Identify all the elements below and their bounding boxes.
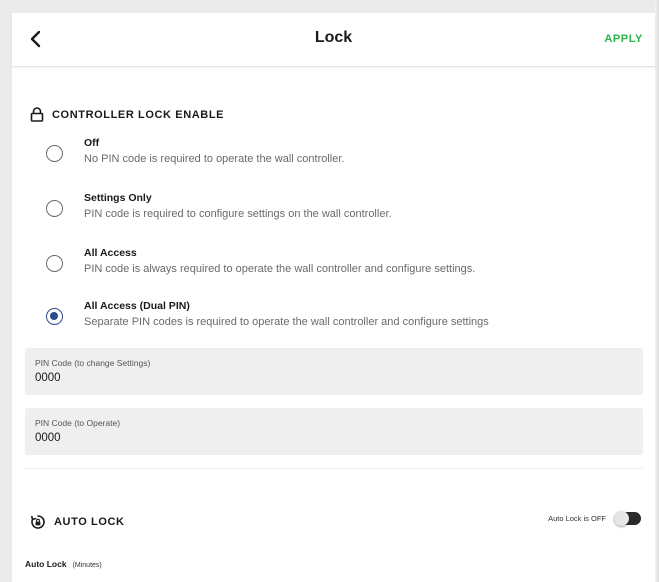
apply-button[interactable]: APPLY <box>604 33 643 45</box>
field-value[interactable]: 0000 <box>35 432 61 444</box>
auto-lock-unit-label: (Minutes) <box>72 562 102 569</box>
option-title: All Access (Dual PIN) <box>84 300 190 312</box>
lock-option-off[interactable]: Off No PIN code is required to operate t… <box>46 135 626 175</box>
toggle-knob <box>614 511 629 526</box>
auto-lock-status-label: Auto Lock is OFF <box>548 514 606 523</box>
option-description: PIN code is required to configure settin… <box>84 208 392 220</box>
pin-operate-field[interactable]: PIN Code (to Operate) 0000 <box>25 408 643 455</box>
radio-all-access[interactable] <box>46 255 63 272</box>
auto-lock-toggle-group: Auto Lock is OFF <box>548 511 641 526</box>
lock-settings-content: CONTROLLER LOCK ENABLE Off No PIN code i… <box>12 68 655 582</box>
radio-off[interactable] <box>46 145 63 162</box>
section-divider <box>25 468 643 469</box>
field-value[interactable]: 0000 <box>35 372 61 384</box>
window-frame-right <box>655 0 659 582</box>
section-title-auto-lock: AUTO LOCK <box>54 516 125 528</box>
window-frame-left <box>0 0 12 582</box>
timer-lock-icon <box>31 515 45 529</box>
auto-lock-toggle[interactable] <box>614 511 641 526</box>
pin-settings-field[interactable]: PIN Code (to change Settings) 0000 <box>25 348 643 395</box>
section-title-controller-lock: CONTROLLER LOCK ENABLE <box>52 108 225 121</box>
page-title: Lock <box>314 29 353 46</box>
option-title: Off <box>84 137 100 149</box>
radio-settings-only[interactable] <box>46 200 63 217</box>
auto-lock-field-label: Auto Lock <box>25 559 67 569</box>
controller-lock-section-header: CONTROLLER LOCK ENABLE <box>30 107 224 122</box>
field-label: PIN Code (to Operate) <box>35 418 121 428</box>
auto-lock-section-header: AUTO LOCK <box>30 514 125 530</box>
radio-all-access-dual-pin[interactable] <box>46 308 63 325</box>
lock-option-all-access-dual-pin[interactable]: All Access (Dual PIN) Separate PIN codes… <box>46 298 626 338</box>
lock-option-settings-only[interactable]: Settings Only PIN code is required to co… <box>46 190 626 230</box>
option-description: Separate PIN codes is required to operat… <box>84 316 489 328</box>
app-header: Lock APPLY <box>12 13 655 67</box>
option-title: All Access <box>84 247 137 259</box>
field-label: PIN Code (to change Settings) <box>35 358 151 368</box>
option-title: Settings Only <box>84 192 152 204</box>
option-description: No PIN code is required to operate the w… <box>84 153 345 165</box>
auto-lock-minutes-row: Auto Lock (Minutes) <box>25 559 102 569</box>
lock-icon <box>30 107 44 122</box>
option-description: PIN code is always required to operate t… <box>84 263 476 275</box>
window-frame-top <box>0 0 659 13</box>
lock-option-all-access[interactable]: All Access PIN code is always required t… <box>46 245 626 285</box>
